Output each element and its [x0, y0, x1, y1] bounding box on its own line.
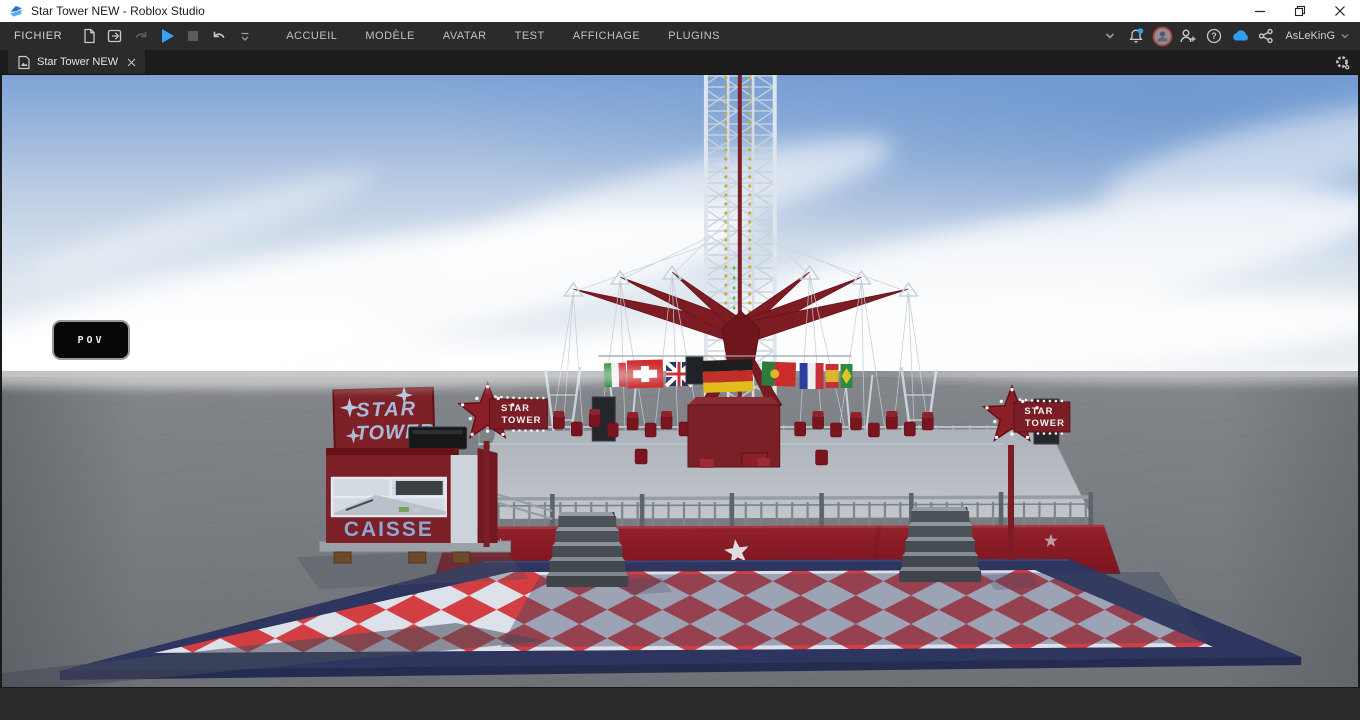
window-controls: [1240, 0, 1360, 22]
ribbon-toolbar: FICHIER ACCUEIL MODÈLE AVATAR TEST AFFIC…: [0, 22, 1360, 50]
user-account-button[interactable]: AsLeKinG: [1279, 22, 1356, 50]
file-menu-button[interactable]: FICHIER: [0, 22, 76, 50]
titlebar: Star Tower NEW - Roblox Studio: [0, 0, 1360, 22]
tab-star-tower-new[interactable]: Star Tower NEW: [8, 50, 146, 74]
place-file-icon: [18, 55, 30, 69]
booth-sign-line1: STAR: [356, 398, 417, 422]
operator-box: [687, 397, 781, 468]
star-sign-left-line1: STAR: [501, 403, 530, 414]
help-glyph: ?: [1212, 31, 1218, 41]
username-label: AsLeKinG: [1285, 30, 1335, 42]
star-sign-right-line2: TOWER: [1025, 418, 1065, 429]
new-file-icon[interactable]: [76, 23, 102, 49]
collapse-ribbon-chevron-icon[interactable]: [1097, 23, 1123, 49]
window-title: Star Tower NEW - Roblox Studio: [31, 4, 205, 18]
scene-render: STAR TOWER CAISSE STAR TOWER STAR TOWER: [2, 75, 1358, 687]
menu-tab-affichage[interactable]: AFFICHAGE: [559, 22, 654, 50]
menu-tab-plugins[interactable]: PLUGINS: [654, 22, 734, 50]
toolbar-options-icon[interactable]: [232, 23, 258, 49]
pov-button[interactable]: POV: [52, 320, 130, 360]
cloud-sync-icon[interactable]: [1227, 23, 1253, 49]
share-icon[interactable]: [1253, 23, 1279, 49]
roblox-studio-logo-icon: [8, 3, 24, 19]
flag-brazil-icon: [840, 364, 853, 388]
close-button[interactable]: [1320, 0, 1360, 22]
menu-tab-test[interactable]: TEST: [501, 22, 559, 50]
flag-france-icon: [799, 363, 824, 389]
star-sign-left-line2: TOWER: [501, 415, 541, 426]
flag-spain-icon: [825, 364, 839, 388]
booth-window: [330, 476, 447, 518]
help-icon[interactable]: ?: [1201, 23, 1227, 49]
speaker-box: [685, 356, 704, 385]
viewport-3d-canvas[interactable]: STAR TOWER CAISSE STAR TOWER STAR TOWER …: [0, 75, 1360, 687]
restore-button[interactable]: [1280, 0, 1320, 22]
menu-tab-accueil[interactable]: ACCUEIL: [272, 22, 351, 50]
stairs-left: [546, 512, 629, 587]
flag-portugal-icon: [761, 361, 797, 387]
notifications-bell-icon[interactable]: [1123, 23, 1149, 49]
minimize-button[interactable]: [1240, 0, 1280, 22]
redo-icon[interactable]: [128, 23, 154, 49]
document-tabbar: Star Tower NEW: [0, 50, 1360, 75]
add-collaborator-icon[interactable]: [1175, 23, 1201, 49]
booth-label: CAISSE: [344, 518, 434, 541]
open-file-icon[interactable]: [102, 23, 128, 49]
tab-close-icon[interactable]: [127, 58, 136, 67]
undo-icon[interactable]: [206, 23, 232, 49]
menu-tab-modele[interactable]: MODÈLE: [351, 22, 428, 50]
star-sign-right-line1: STAR: [1024, 406, 1053, 417]
ribbon-menu-tabs: ACCUEIL MODÈLE AVATAR TEST AFFICHAGE PLU…: [272, 22, 734, 50]
ribbon-right-cluster: ? AsLeKinG: [1097, 22, 1356, 50]
stop-button[interactable]: [180, 23, 206, 49]
tab-label: Star Tower NEW: [37, 56, 119, 68]
flag-germany-icon: [702, 359, 754, 393]
stairs-right: [899, 507, 982, 582]
menu-tab-avatar[interactable]: AVATAR: [429, 22, 501, 50]
avatar[interactable]: [1149, 23, 1175, 49]
viewport-settings-gear-icon[interactable]: [1335, 55, 1351, 71]
status-bar: [0, 687, 1360, 720]
play-button[interactable]: [154, 23, 180, 49]
